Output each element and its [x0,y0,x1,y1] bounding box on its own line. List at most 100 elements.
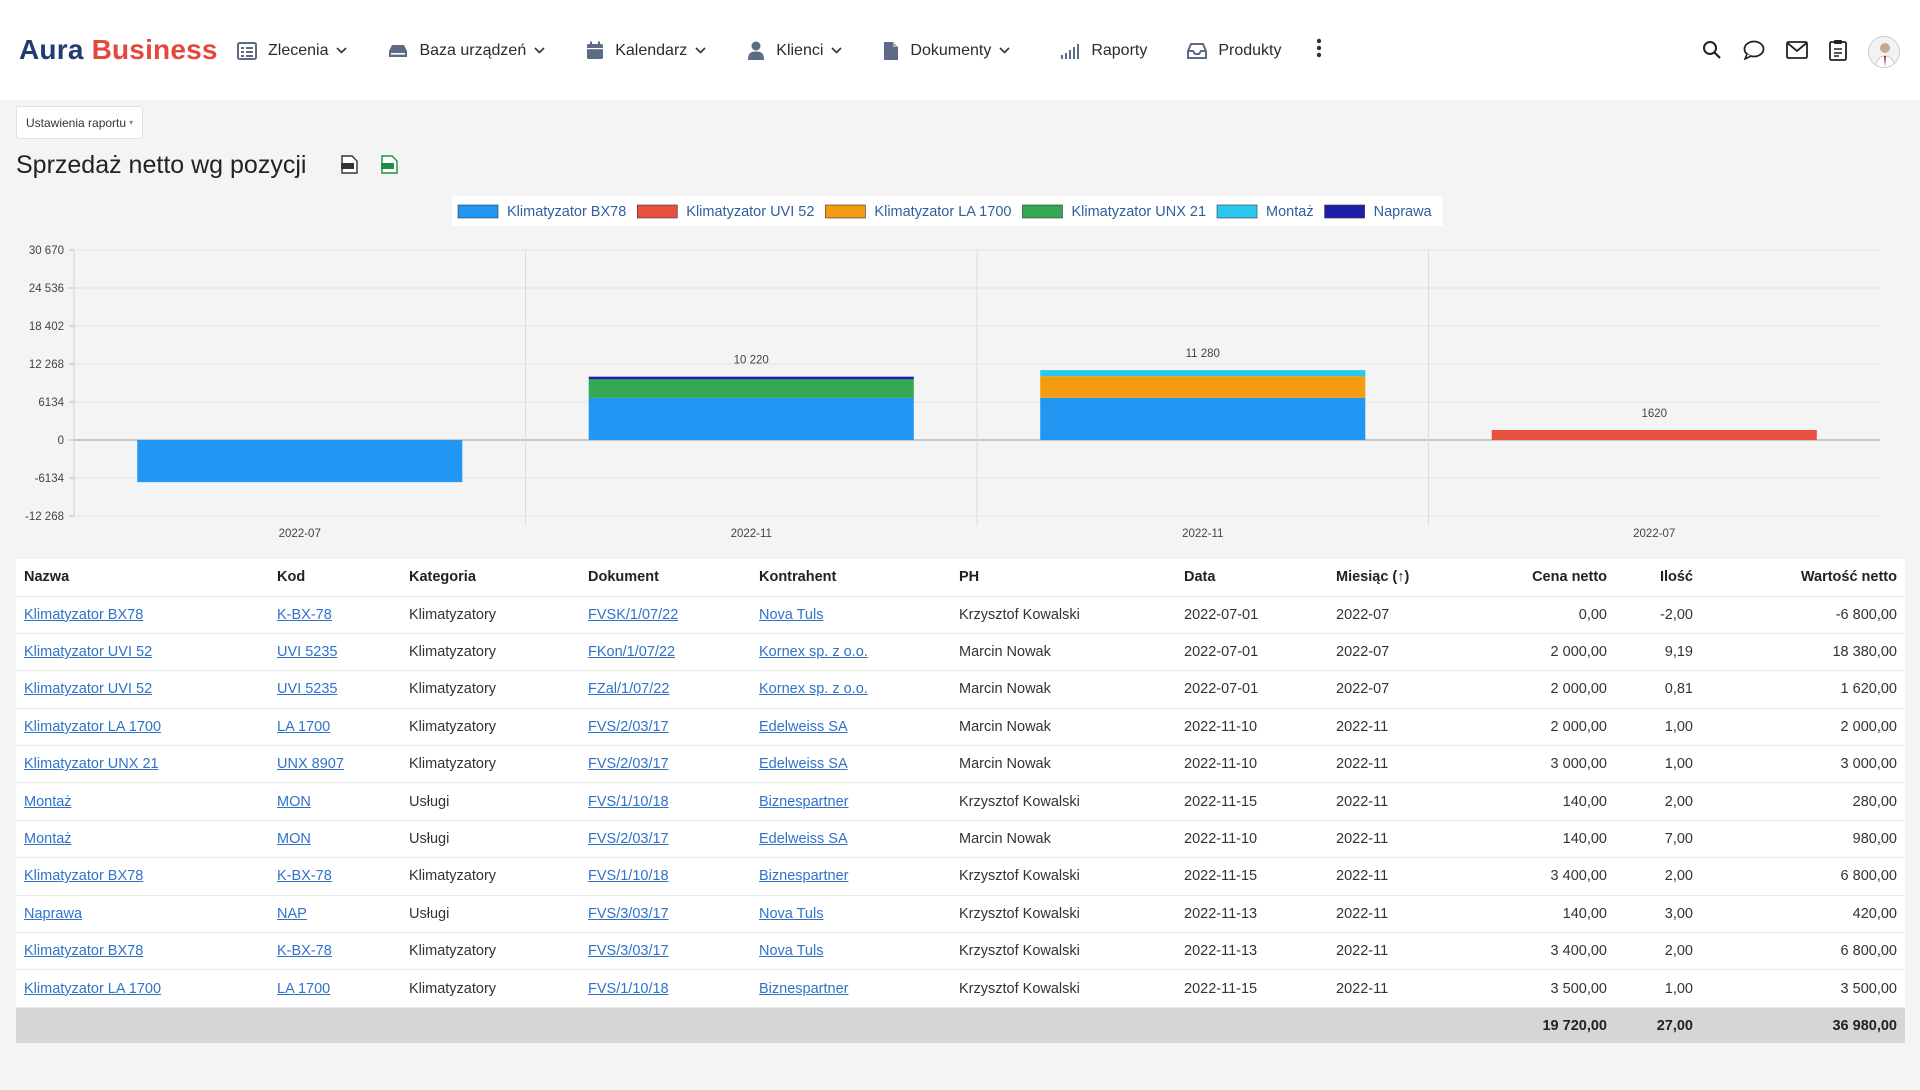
signal-icon [1060,43,1080,59]
kontrahent-link[interactable]: Nova Tuls [759,943,823,959]
dokument-link[interactable]: FVS/1/10/18 [588,794,669,810]
kod-link[interactable]: UNX 8907 [277,756,344,772]
kontrahent-link[interactable]: Biznespartner [759,794,848,810]
col-wartosc-netto[interactable]: Wartość netto [1701,559,1905,597]
nav-item-dokumenty[interactable]: Dokumenty [883,41,1010,61]
export-csv-icon[interactable] [341,155,358,179]
kontrahent-link[interactable]: Biznespartner [759,868,848,884]
cell-data: 2022-11-10 [1176,745,1328,784]
nav-item-produkty[interactable]: Produkty [1187,42,1282,60]
dokument-link[interactable]: FZal/1/07/22 [588,681,669,697]
nazwa-link[interactable]: Klimatyzator LA 1700 [24,981,161,997]
nazwa-link[interactable]: Klimatyzator UVI 52 [24,681,152,697]
kod-link[interactable]: K-BX-78 [277,943,332,959]
dokument-link[interactable]: FVS/2/03/17 [588,719,669,735]
mail-icon[interactable] [1786,40,1808,64]
col-ilosc[interactable]: Ilość [1615,559,1701,597]
cell-kod: K-BX-78 [269,596,401,634]
dokument-link[interactable]: FVS/1/10/18 [588,981,669,997]
col-kategoria[interactable]: Kategoria [401,559,580,597]
cell-data: 2022-07-01 [1176,633,1328,672]
kod-link[interactable]: K-BX-78 [277,868,332,884]
col-miesiac[interactable]: Miesiąc (↑) [1328,559,1468,597]
nav-item-kalendarz[interactable]: Kalendarz [586,41,706,60]
cell-kod: K-BX-78 [269,932,401,971]
col-kontrahent[interactable]: Kontrahent [751,559,951,597]
x-tick-label: 2022-11 [731,528,772,540]
kod-link[interactable]: UVI 5235 [277,681,337,697]
export-excel-icon[interactable] [381,155,398,179]
cell-ilosc: 1,00 [1615,969,1701,1008]
kod-link[interactable]: LA 1700 [277,719,330,735]
report-table: Nazwa Kod Kategoria Dokument Kontrahent … [16,559,1905,1044]
col-ph[interactable]: PH [951,559,1176,597]
kontrahent-link[interactable]: Nova Tuls [759,906,823,922]
dokument-link[interactable]: FVSK/1/07/22 [588,607,678,623]
dokument-link[interactable]: FVS/2/03/17 [588,831,669,847]
kod-link[interactable]: MON [277,831,311,847]
kod-link[interactable]: LA 1700 [277,981,330,997]
nav-item-raporty[interactable]: Raporty [1060,42,1147,60]
col-nazwa[interactable]: Nazwa [16,559,269,597]
dokument-link[interactable]: FKon/1/07/22 [588,644,675,660]
cell-kategoria: Klimatyzatory [401,670,580,709]
dokument-link[interactable]: FVS/3/03/17 [588,943,669,959]
nav-item-zlecenia[interactable]: Zlecenia [237,41,348,60]
cell-kod: LA 1700 [269,708,401,747]
bar-total-label: 11 280 [1186,348,1220,360]
cell-kod: UVI 5235 [269,633,401,672]
nazwa-link[interactable]: Klimatyzator LA 1700 [24,719,161,735]
cell-miesiac: 2022-11 [1328,932,1468,971]
cell-ph: Marcin Nowak [951,745,1176,784]
nav-item-baza-urzadzen[interactable]: Baza urządzeń [388,42,545,60]
kod-link[interactable]: K-BX-78 [277,607,332,623]
nazwa-link[interactable]: Klimatyzator BX78 [24,943,143,959]
totals-cell [269,1007,401,1044]
kontrahent-link[interactable]: Edelweiss SA [759,719,848,735]
nazwa-link[interactable]: Klimatyzator UVI 52 [24,644,152,660]
nazwa-link[interactable]: Klimatyzator BX78 [24,868,143,884]
kontrahent-link[interactable]: Nova Tuls [759,607,823,623]
app-logo[interactable]: Aura Business [19,34,218,66]
nazwa-link[interactable]: Montaż [24,831,72,847]
kontrahent-link[interactable]: Biznespartner [759,981,848,997]
cell-nazwa: Klimatyzator UVI 52 [16,670,269,709]
clipboard-icon[interactable] [1829,39,1847,66]
table-row: Klimatyzator LA 1700 LA 1700 Klimatyzatory… [16,969,1905,1008]
kontrahent-link[interactable]: Kornex sp. z o.o. [759,681,868,697]
col-cena-netto[interactable]: Cena netto [1468,559,1615,597]
dokument-link[interactable]: FVS/1/10/18 [588,868,669,884]
nazwa-link[interactable]: Montaż [24,794,72,810]
table-row: Naprawa NAP Usługi FVS/3/03/17 Nova Tuls Krzy… [16,895,1905,934]
col-data[interactable]: Data [1176,559,1328,597]
dokument-link[interactable]: FVS/3/03/17 [588,906,669,922]
kod-link[interactable]: NAP [277,906,307,922]
chat-icon[interactable] [1743,40,1765,65]
nav-item-klienci[interactable]: Klienci [747,41,842,60]
cell-kategoria: Klimatyzatory [401,596,580,634]
search-icon[interactable] [1702,40,1722,65]
cell-dokument: FVS/2/03/17 [580,708,751,747]
cell-kontrahent: Biznespartner [751,857,951,896]
cell-kategoria: Usługi [401,782,580,821]
more-menu-icon[interactable] [1316,38,1322,63]
table-row: Klimatyzator BX78 K-BX-78 Klimatyzatory FVS… [16,596,1905,634]
report-settings-dropdown[interactable]: Ustawienia raportu ▾ [16,106,144,139]
kontrahent-link[interactable]: Kornex sp. z o.o. [759,644,868,660]
avatar[interactable] [1868,36,1900,68]
nazwa-link[interactable]: Naprawa [24,906,82,922]
nazwa-link[interactable]: Klimatyzator BX78 [24,607,143,623]
col-dokument[interactable]: Dokument [580,559,751,597]
table-row: Klimatyzator UVI 52 UVI 5235 Klimatyzatory… [16,633,1905,672]
dokument-link[interactable]: FVS/2/03/17 [588,756,669,772]
chevron-down-icon [695,47,706,54]
main-nav: Zlecenia Baza urządzeń Kalendarz Klienci [237,38,1322,63]
inbox-icon [1187,42,1208,59]
kontrahent-link[interactable]: Edelweiss SA [759,756,848,772]
nazwa-link[interactable]: Klimatyzator UNX 21 [24,756,159,772]
col-kod[interactable]: Kod [269,559,401,597]
kontrahent-link[interactable]: Edelweiss SA [759,831,848,847]
kod-link[interactable]: MON [277,794,311,810]
kod-link[interactable]: UVI 5235 [277,644,337,660]
legend-swatch [1324,204,1365,219]
